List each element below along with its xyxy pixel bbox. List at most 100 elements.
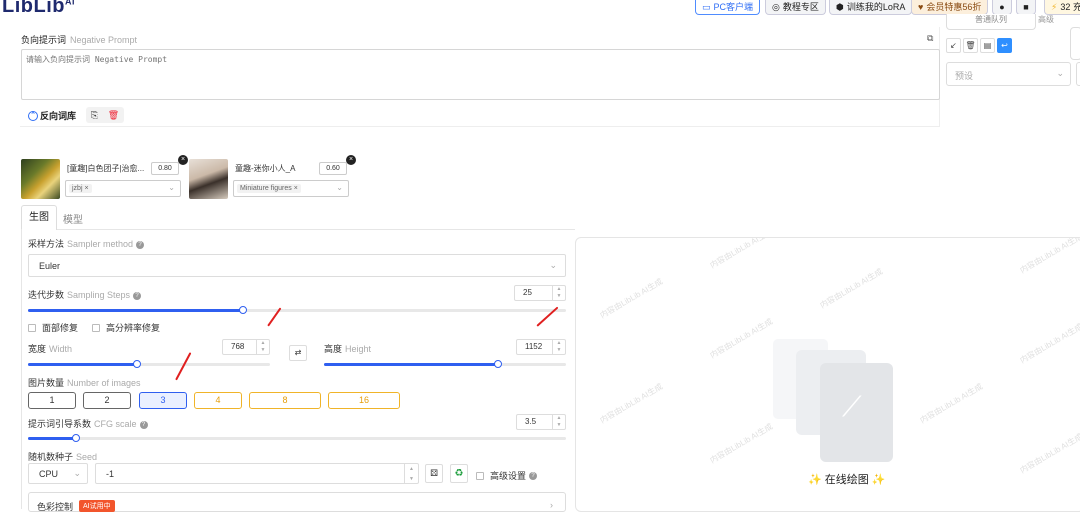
negative-prompt-input[interactable] [22, 50, 939, 99]
advanced-settings-checkbox[interactable]: 高级设置? [476, 469, 538, 482]
count-option-16[interactable]: 16 [328, 392, 400, 409]
swap-dimensions-button[interactable]: ⇄ [289, 345, 307, 361]
lora-thumbnail [21, 159, 60, 199]
count-option-2[interactable]: 2 [83, 392, 131, 409]
watermark: 内容由LibLib AI生成 [598, 381, 665, 426]
count-option-3[interactable]: 3 [139, 392, 187, 409]
tab-divider [57, 229, 575, 230]
cfg-input[interactable]: 3.5 ▲ ▼ [516, 414, 566, 430]
width-slider[interactable] [28, 360, 270, 368]
watermark: 内容由LibLib AI生成 [818, 266, 885, 311]
credits-button[interactable]: ⚡ 32 充 [1044, 0, 1080, 15]
steps-label: 迭代步数 Sampling Steps? [28, 288, 142, 301]
watermark: 内容由LibLib AI生成 [1018, 431, 1080, 476]
count-option-8[interactable]: 8 [249, 392, 321, 409]
chevron-right-icon: › [550, 500, 553, 510]
hires-fix-checkbox[interactable]: 高分辨率修复 [92, 321, 160, 334]
recycle-icon: ♻ [454, 468, 464, 479]
lora-card: [童趣]白色团子|治愈... 0.80 jzbj × ⌄ × [21, 155, 188, 199]
negative-prompt-title: 负向提示词 Negative Prompt [21, 35, 138, 45]
queue-tab[interactable]: 普通队列 [946, 14, 1036, 30]
trash-icon[interactable]: 🗑 [963, 38, 978, 53]
slider-fill [324, 363, 499, 366]
sparkle-icon: ✨ [871, 474, 886, 486]
seed-input[interactable]: -1 ▲ ▼ [95, 463, 419, 484]
sampler-select[interactable]: Euler ⌄ [28, 254, 566, 277]
stepper-icon[interactable]: ▲ ▼ [404, 464, 418, 483]
stepper-icon[interactable]: ▲ ▼ [552, 415, 565, 429]
slider-handle[interactable] [239, 306, 248, 314]
tab-model[interactable]: 模型 [63, 211, 83, 226]
train-lora-button[interactable]: ⬢ 训练我的LoRA [829, 0, 913, 15]
chevron-down-icon: ⌄ [549, 260, 557, 270]
recycle-button[interactable]: ♻ [450, 464, 468, 483]
help-icon[interactable]: ? [139, 420, 148, 429]
lora-trigger-select[interactable]: jzbj × ⌄ [65, 180, 181, 197]
cfg-label: 提示词引导系数 CFG scale? [28, 417, 148, 430]
height-slider[interactable] [324, 360, 566, 368]
file-icon: ■ [1023, 2, 1029, 12]
watermark: 内容由LibLib AI生成 [708, 421, 775, 466]
trial-badge: AI试用中 [79, 500, 115, 512]
lora-thumbnail [189, 159, 228, 199]
lora-weight-input[interactable]: 0.60 [319, 162, 347, 175]
color-control-panel[interactable]: 色彩控制 AI试用中 › [28, 492, 566, 512]
tutorial-button[interactable]: ◎ 教程专区 [765, 0, 826, 15]
slider-handle[interactable] [132, 360, 141, 368]
copy-icon[interactable]: ⧉ [927, 33, 933, 44]
watermark: 内容由LibLib AI生成 [1018, 321, 1080, 366]
trigger-tag[interactable]: jzbj × [69, 184, 92, 193]
help-icon[interactable]: ? [133, 291, 142, 300]
stepper-icon[interactable]: ▲ ▼ [552, 340, 565, 354]
chat-button[interactable]: ● [992, 0, 1012, 15]
slider-handle[interactable] [72, 434, 81, 442]
reverse-tools: ⎘ 🗑 [86, 107, 124, 123]
steps-slider[interactable] [28, 306, 566, 314]
negative-prompt-box[interactable] [21, 49, 940, 100]
member-offer-button[interactable]: ♥ 会员特惠56折 [911, 0, 989, 15]
slider-fill [28, 363, 137, 366]
lora-trigger-select[interactable]: Miniature figures × ⌄ [233, 180, 349, 197]
tab-generate[interactable]: 生图 [21, 205, 57, 230]
pc-client-button[interactable]: ▭ PC客户端 [695, 0, 761, 15]
brush-icon[interactable]: ↙ [946, 38, 961, 53]
count-option-1[interactable]: 1 [28, 392, 76, 409]
stepper-icon[interactable]: ▲ ▼ [552, 286, 565, 300]
steps-input[interactable]: 25 ▲ ▼ [514, 285, 566, 301]
cfg-slider[interactable] [28, 434, 566, 442]
copy-icon[interactable]: ⎘ [91, 110, 98, 121]
file-button[interactable]: ■ [1016, 0, 1036, 15]
reverse-lib-button[interactable]: ⌃ 反向词库 [28, 109, 76, 122]
close-icon[interactable]: × [346, 155, 356, 165]
face-fix-checkbox[interactable]: 面部修复 [28, 321, 78, 334]
checkbox-box[interactable] [28, 323, 36, 332]
online-draw-button[interactable]: ✨ 在线绘图 ✨ [808, 471, 886, 487]
help-icon[interactable]: ? [529, 471, 538, 480]
count-label: 图片数量 Number of images [28, 378, 141, 388]
dice-button[interactable]: ⚄ [425, 464, 443, 483]
watermark: 内容由LibLib AI生成 [918, 381, 985, 426]
preset-aux[interactable] [1076, 62, 1080, 86]
watermark: 内容由LibLib AI生成 [708, 237, 775, 271]
help-icon[interactable]: ? [136, 240, 145, 249]
slider-handle[interactable] [494, 360, 503, 368]
close-icon[interactable]: × [178, 155, 188, 165]
count-option-4[interactable]: 4 [194, 392, 242, 409]
clipboard-icon[interactable]: ▤ [980, 38, 995, 53]
preset-select[interactable]: 预设 ⌄ [946, 62, 1071, 86]
chevron-down-icon: ⌄ [168, 183, 175, 192]
width-input[interactable]: 768 ▲ ▼ [222, 339, 270, 355]
logo[interactable]: LibLibAI [2, 0, 75, 18]
checkbox-box[interactable] [92, 323, 100, 332]
checkbox-box[interactable] [476, 471, 484, 480]
height-input[interactable]: 1152 ▲ ▼ [516, 339, 566, 355]
lora-weight-input[interactable]: 0.80 [151, 162, 179, 175]
seed-mode-select[interactable]: CPU ⌄ [28, 463, 88, 484]
dice-icon: ⚄ [430, 468, 438, 478]
trash-icon[interactable]: 🗑 [108, 110, 119, 121]
trigger-tag[interactable]: Miniature figures × [237, 184, 301, 193]
annotation-mark [175, 352, 192, 381]
stepper-icon[interactable]: ▲ ▼ [256, 340, 269, 354]
undo-icon[interactable]: ↩ [997, 38, 1012, 53]
watermark: 内容由LibLib AI生成 [598, 276, 665, 321]
